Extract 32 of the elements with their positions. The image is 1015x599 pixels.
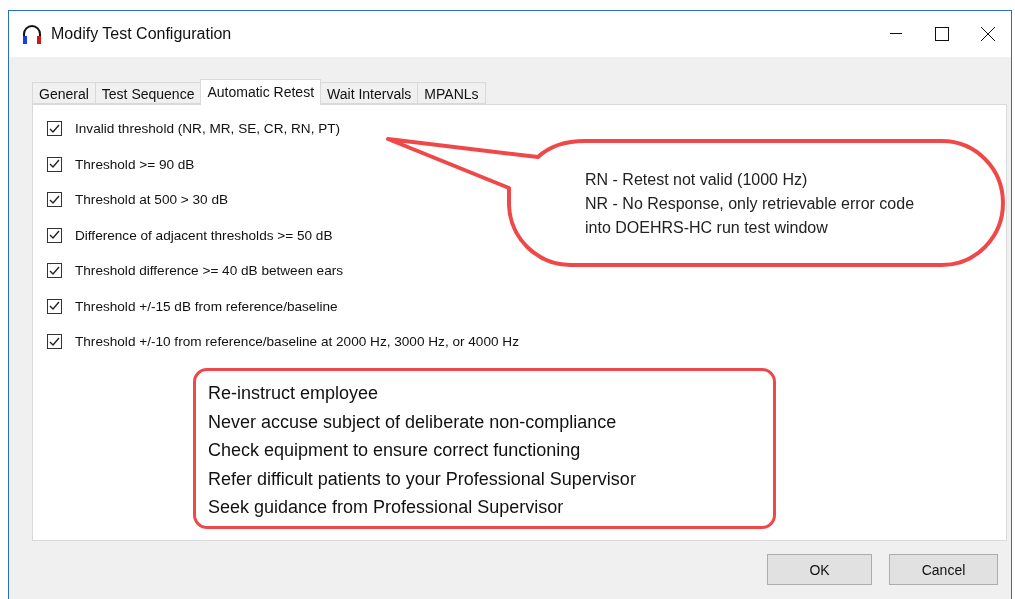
checkbox[interactable] [47,121,62,136]
tab[interactable]: MPANLs [417,82,486,104]
checkbox[interactable] [47,156,62,172]
close-icon[interactable] [981,27,995,41]
maximize-icon[interactable] [935,27,949,41]
checkbox[interactable] [47,334,62,349]
tab[interactable]: Test Sequence [94,82,202,104]
cancel-button[interactable]: Cancel [889,554,998,585]
checkbox-label: Threshold +/-10 from reference/baseline at 2000 Hz, 3000 Hz, or 4000 Hz [75,334,519,349]
note-line: Refer difficult patients to your Professional Supervisor [208,467,637,491]
callout-text: RN - Retest not valid (1000 Hz) NR - No Response, only retrievable error code into DOEHRS-HC run test window [585,170,916,238]
headphones-icon [21,24,43,44]
note-line: Never accuse subject of deliberate non-compliance [208,410,618,434]
checkbox-label: Invalid threshold (NR, MR, SE, CR, RN, PT) [75,121,341,136]
window-title: Modify Test Configuration [51,25,233,43]
checkbox[interactable] [47,227,62,243]
note-line: Seek guidance from Professional Supervisor [208,496,565,520]
checkbox[interactable] [47,298,62,314]
checkbox[interactable] [47,263,62,278]
note-line: Check equipment to ensure correct functioning [208,439,582,463]
checkbox-label: Threshold +/-15 dB from reference/baseline [75,298,338,314]
checkbox[interactable] [47,192,62,207]
checkbox-label: Difference of adjacent thresholds >= 50 dB [75,227,333,243]
checkbox-label: Threshold >= 90 dB [75,156,195,172]
tab[interactable]: Wait Intervals [320,82,419,104]
checkbox-label: Threshold at 500 > 30 dB [75,192,229,207]
tab[interactable]: General [32,82,96,104]
note-line: Re-instruct employee [208,382,380,405]
ok-button[interactable]: OK [767,554,872,585]
minimize-icon[interactable] [890,33,902,35]
checkbox-label: Threshold difference >= 40 dB between ears [75,263,344,278]
tab[interactable]: Automatic Retest [200,79,322,105]
